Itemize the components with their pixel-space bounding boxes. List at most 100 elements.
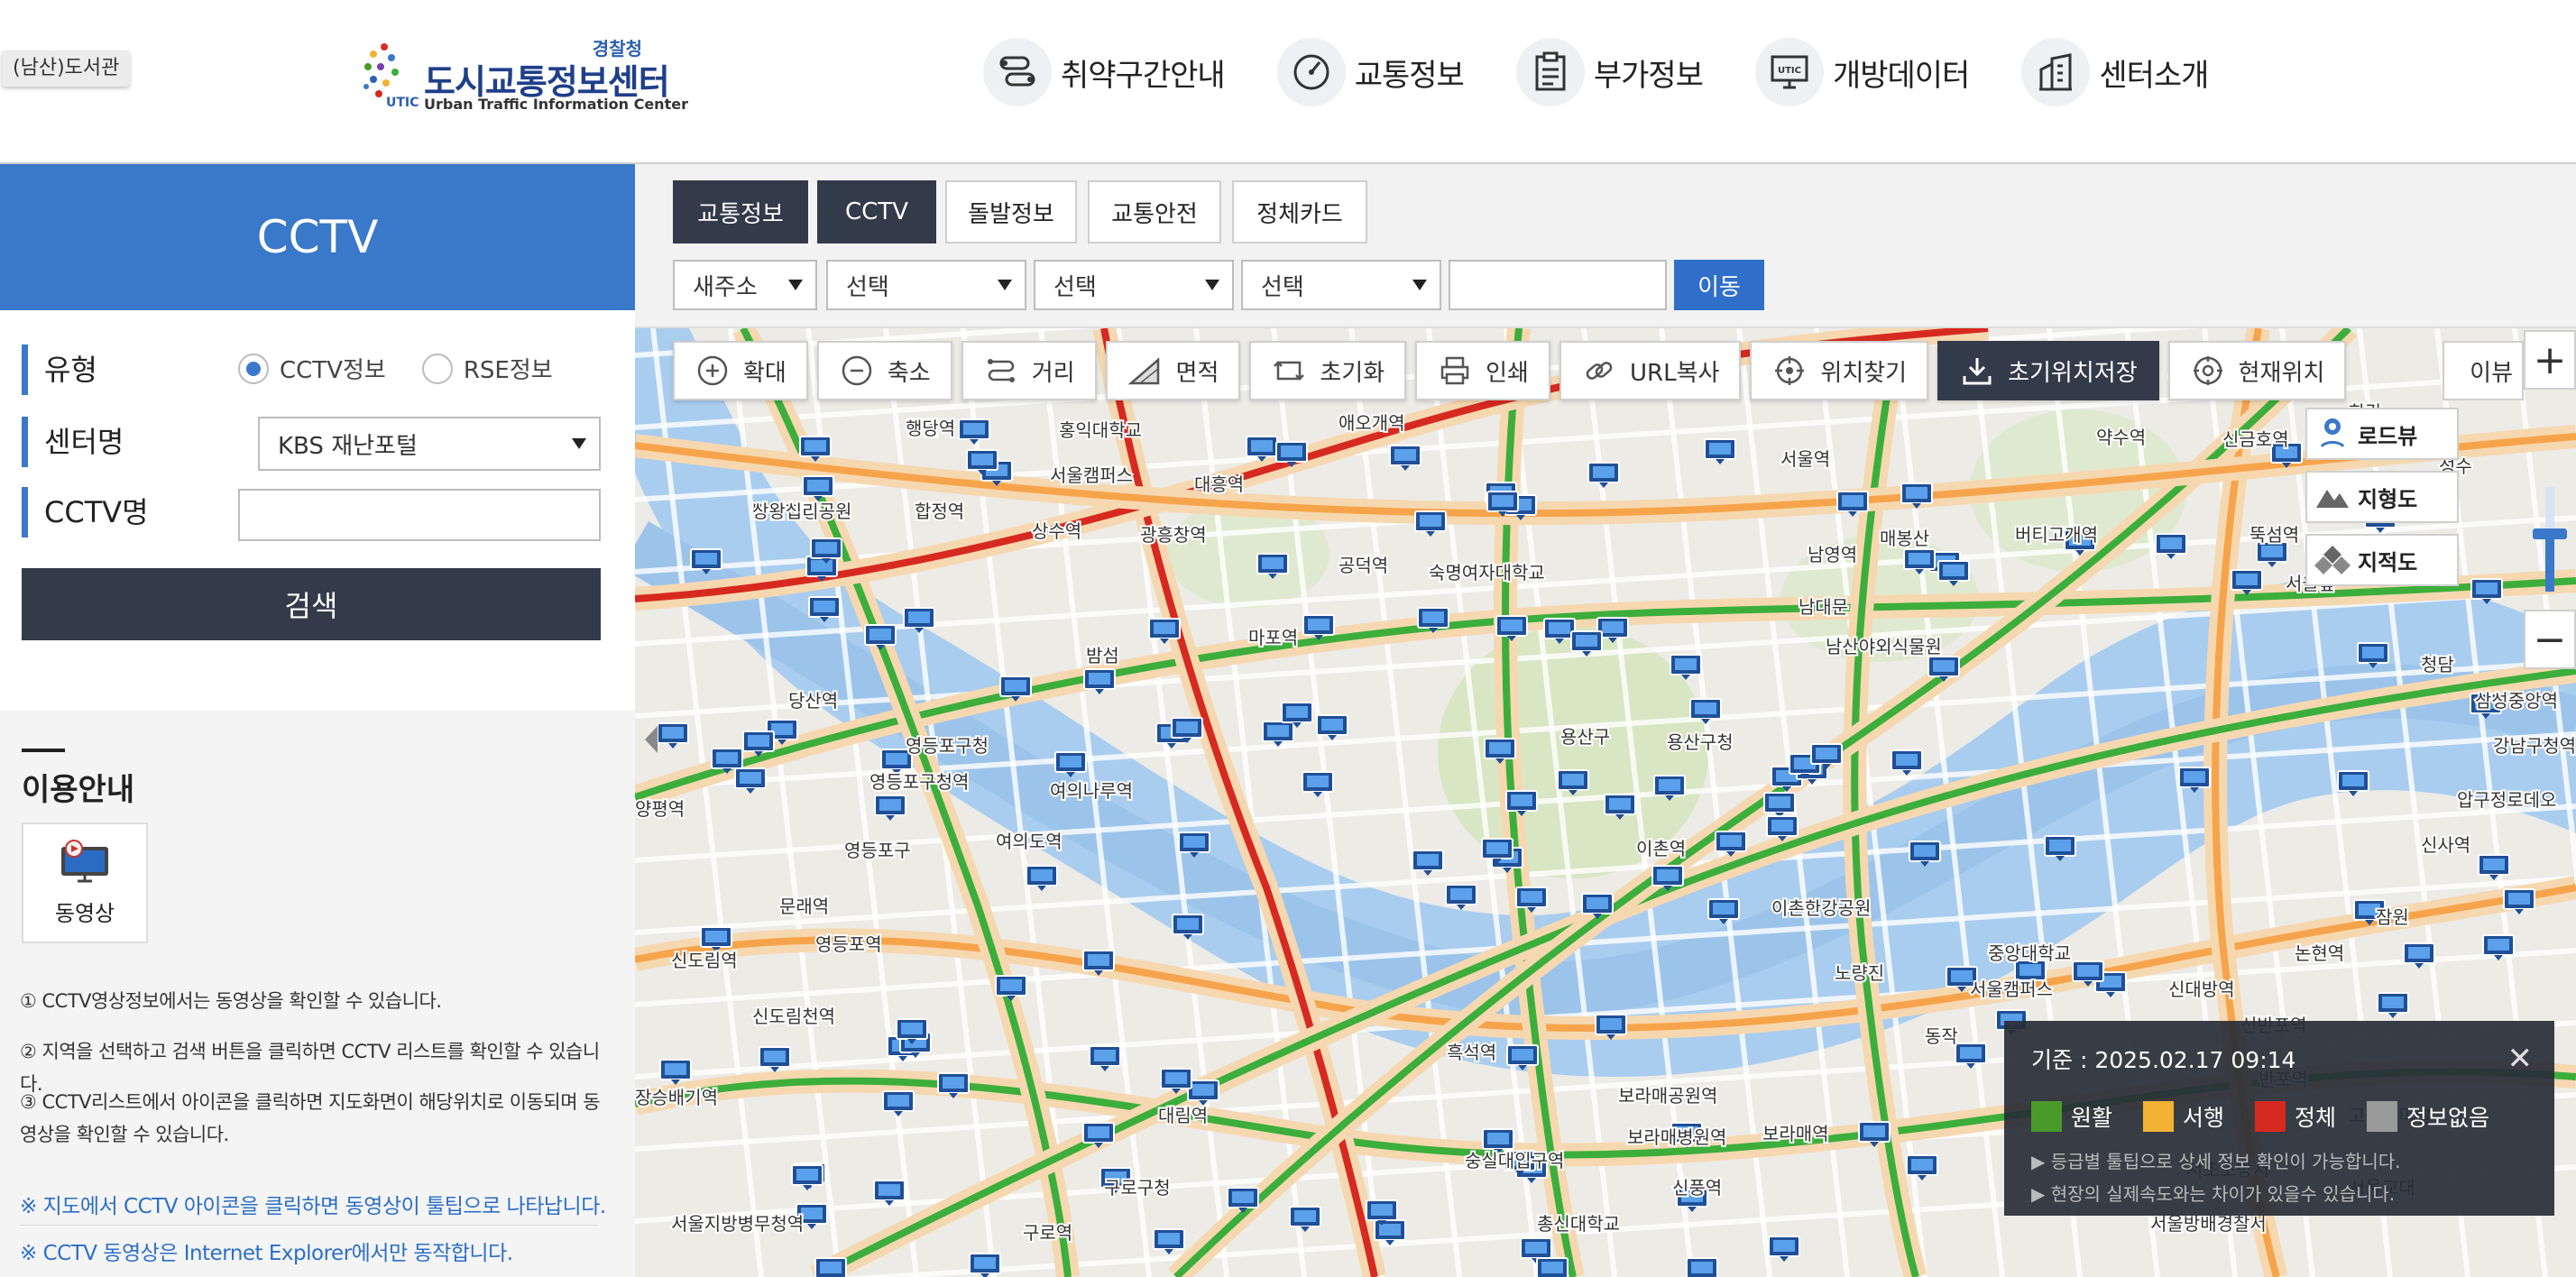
layer-roadview[interactable]: 로드뷰 [2305,408,2459,460]
address-type-select[interactable]: 새주소 [673,260,817,310]
type-radio-group: CCTV정보 RSE정보 [238,352,589,385]
cctv-marker-display [1286,706,1308,718]
nav-extra-info[interactable]: 부가정보 [1515,38,1704,106]
map-place-label: 보라매병원역 [1627,1126,1726,1148]
address-input[interactable] [1449,260,1667,310]
legend-key-jam: 정체 [2255,1100,2336,1133]
tool-distance[interactable]: 거리 [961,341,1097,400]
cctv-marker-icon [814,1257,847,1277]
map-place-label: 이촌한강공원 [1771,897,1871,919]
search-button[interactable]: 검색 [22,568,601,640]
map-place-label: 서울캠퍼스 [1970,978,2053,1000]
cctv-marker-display [815,542,837,554]
chevron-left-icon [645,726,658,753]
cctv-marker-stand [2515,909,2524,914]
sido-select[interactable]: 선택 [826,260,1026,310]
tool-label: 초기위치저장 [2008,359,2138,387]
map-place-label: 용산구청 [1667,731,1734,753]
select-value: 선택 [1053,273,1097,301]
tool-area[interactable]: 면적 [1105,341,1241,400]
tab-congestion-card[interactable]: 정체카드 [1232,180,1367,243]
video-guide-button[interactable]: 동영상 [22,822,148,943]
zoom-out-icon [839,353,875,389]
roadview-toggle-peek[interactable]: 이뷰 [2443,341,2524,400]
zoom-slider-fill [2545,534,2554,592]
tool-zoom-in[interactable]: 확대 [673,341,808,400]
legend-note: ▶ 현장의 실제속도와는 차이가 있을수 있습니다. [2031,1183,2396,1205]
zoom-slider-handle[interactable] [2533,528,2567,540]
nav-center-intro[interactable]: 센터소개 [2021,38,2209,106]
tool-zoom-out[interactable]: 축소 [816,341,952,400]
map-place-label: 구로구청 [1104,1177,1171,1199]
cctv-marker-display [1154,622,1175,634]
map-place-label: 잠원 [2376,906,2409,928]
map-place-label: 숙명여자대학교 [1429,562,1545,583]
map-place-label: 구로역 [1023,1222,1072,1244]
library-tag[interactable]: (남산)도서관 [2,51,131,87]
cctv-marker-display [1609,798,1631,810]
nav-traffic-info[interactable]: 교통정보 [1276,38,1465,106]
cctv-marker-icon [2256,541,2288,567]
cctv-marker-display [1933,660,1955,672]
tool-find-location[interactable]: 위치찾기 [1750,341,1929,400]
center-select[interactable]: KBS 재난포털 [258,417,601,471]
tool-save-initial-position[interactable]: 초기위치저장 [1937,341,2159,400]
zoom-out-button[interactable]: − [2524,610,2576,669]
cadastral-icon [2307,535,2358,585]
cctv-marker-stand [1426,531,1435,537]
traffic-map[interactable]: 망원역 망원한강공원 합정역 상수역 서울캠퍼스 홍익대학교 광흥창역 대흥역 애오개역 공덕역 숙… [635,328,2576,1277]
zoom-in-button[interactable]: + [2524,330,2576,390]
cctv-marker-display [2508,893,2530,905]
layer-cadastral[interactable]: 지적도 [2305,534,2459,586]
nav-vulnerable-section[interactable]: 취약구간안내 [983,38,1226,106]
tool-print[interactable]: 인쇄 [1415,341,1550,400]
go-button[interactable]: 이동 [1674,260,1764,310]
tab-traffic-safety[interactable]: 교통안전 [1088,180,1221,243]
cctv-marker-display [801,1208,823,1219]
tab-incident[interactable]: 돌발정보 [945,180,1077,243]
cctv-marker-stand [1423,870,1432,876]
cctv-info-radio[interactable] [238,353,269,384]
map-place-label: 양평역 [635,798,685,820]
cctv-marker-display [1486,842,1508,854]
cctv-name-input[interactable] [238,489,601,541]
cctv-marker-display [971,454,993,465]
center-select-value: KBS 재난포털 [278,432,418,460]
sigungu-select[interactable]: 선택 [1034,260,1234,310]
monitor-utic-icon: UTIC [1754,38,1824,106]
road-select[interactable]: 선택 [1241,260,1441,310]
cctv-marker-stand [1716,459,1725,464]
link-icon [1581,353,1617,389]
utic-logo[interactable]: 경찰청 도시교통정보센터 UTIC Urban Traffic Informat… [361,34,688,115]
tool-label: URL복사 [1629,359,1720,387]
tool-url-copy[interactable]: URL복사 [1559,341,1742,400]
nav-open-data[interactable]: UTIC 개방데이터 [1754,38,1970,106]
rse-info-radio-label[interactable]: RSE정보 [464,352,553,385]
cctv-marker-display [2184,771,2205,783]
cctv-info-radio-label[interactable]: CCTV정보 [280,352,386,385]
cctv-marker-display [796,1169,818,1181]
map-place-label: 홍익대학교 [1059,419,1142,441]
cctv-marker-icon [2478,854,2510,880]
tool-label: 확대 [743,359,787,387]
rse-info-radio[interactable] [421,353,453,384]
cctv-marker-display [807,480,829,492]
cctv-marker-icon [1686,1257,1718,1277]
map-place-label: 대흥역 [1194,473,1244,495]
tool-current-location[interactable]: 현재위치 [2167,341,2347,400]
cctv-marker-stand [1918,1175,1927,1181]
cctv-marker-display [888,1095,909,1107]
tool-label: 초기화 [1320,359,1385,387]
collapse-panel-button[interactable] [635,703,666,776]
layer-terrain[interactable]: 지형도 [2305,471,2459,523]
tab-cctv[interactable]: CCTV [817,180,936,243]
map-place-label: 상왕십리 [752,501,819,522]
map-layer-buttons: 로드뷰 지형도 지적도 [2305,408,2459,597]
legend-close-icon[interactable]: ✕ [2507,1041,2534,1077]
tab-traffic-info[interactable]: 교통정보 [673,180,808,243]
select-value: 새주소 [693,273,758,301]
tool-reset[interactable]: 초기화 [1249,341,1407,400]
map-place-label: 보라매공원역 [1618,1085,1717,1107]
cctv-marker-display [908,611,930,623]
cctv-marker-display [1177,918,1199,930]
